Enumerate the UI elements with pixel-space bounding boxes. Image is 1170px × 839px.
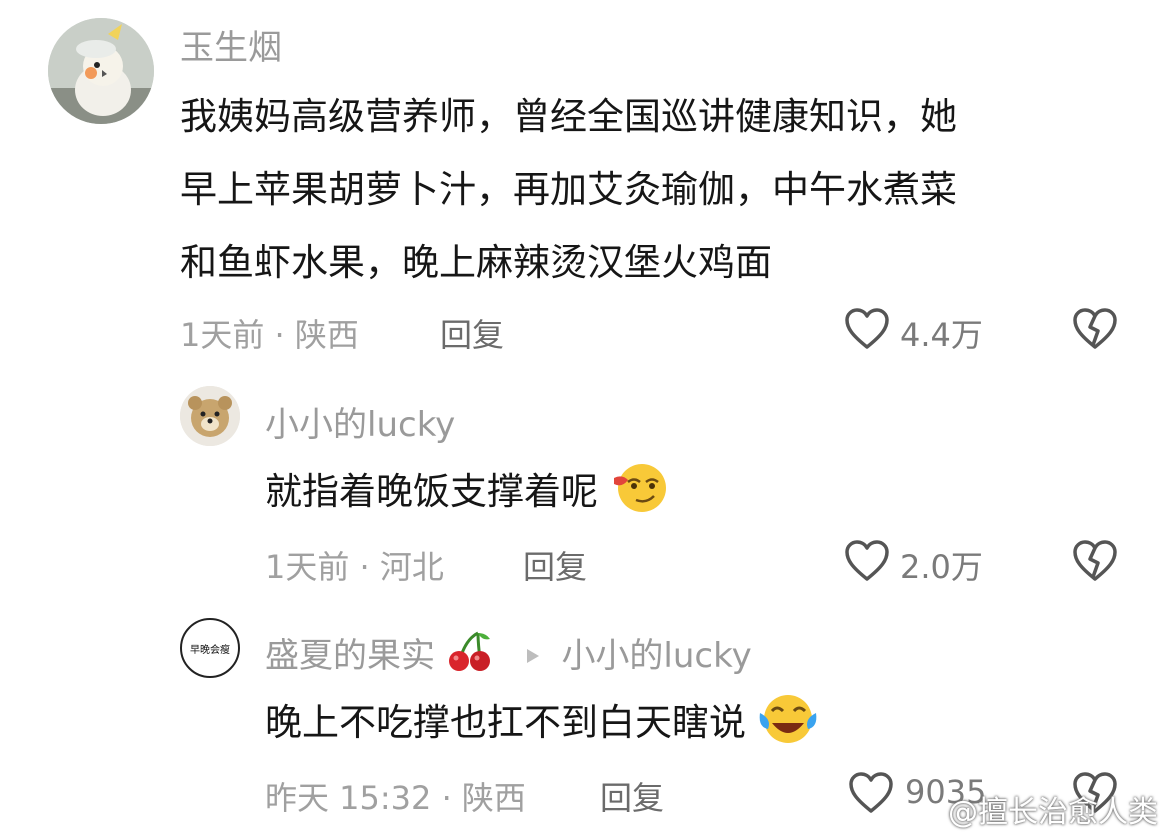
user-avatar[interactable]: [180, 386, 240, 446]
comment-text-line: 我姨妈高级营养师，曾经全国巡讲健康知识，她: [180, 95, 957, 138]
heart-icon[interactable]: [844, 539, 890, 583]
reply-text-content: 就指着晚饭支撑着呢: [265, 470, 598, 513]
laughing-crying-emoji: [759, 695, 817, 743]
reply-to-username[interactable]: 小小的lucky: [561, 636, 751, 676]
reply-username[interactable]: 小小的lucky: [265, 397, 455, 446]
reply-header: 盛夏的果实 小小的lucky: [265, 628, 752, 677]
dislike-broken-heart-icon[interactable]: [1072, 539, 1118, 583]
heart-icon[interactable]: [848, 771, 894, 815]
comment-text-line: 早上苹果胡萝卜汁，再加艾灸瑜伽，中午水煮菜: [180, 168, 957, 211]
like-count: 4.4万: [900, 316, 983, 354]
reply-meta: 1天前 · 河北: [265, 548, 444, 586]
reply-meta: 昨天 15:32 · 陕西: [265, 779, 526, 817]
reply-username[interactable]: 盛夏的果实: [265, 636, 435, 676]
watermark: @擅长治愈人类: [894, 787, 1158, 831]
reply-button[interactable]: 回复: [523, 542, 587, 588]
cherry-emoji: [448, 631, 490, 671]
dislike-broken-heart-icon[interactable]: [1072, 307, 1118, 351]
heart-icon[interactable]: [844, 307, 890, 351]
watermark-text: @擅长治愈人类: [948, 795, 1158, 830]
user-avatar[interactable]: [48, 18, 154, 124]
reply-text: 晚上不吃撑也扛不到白天瞎说: [265, 686, 818, 759]
user-avatar[interactable]: 早晚会瘦: [180, 618, 240, 678]
comment-text-line: 和鱼虾水果，晚上麻辣烫汉堡火鸡面: [180, 241, 772, 284]
comment-username[interactable]: 玉生烟: [180, 20, 282, 69]
reply-button[interactable]: 回复: [440, 310, 504, 356]
reply-text: 就指着晚饭支撑着呢: [265, 455, 670, 528]
reply-button[interactable]: 回复: [600, 773, 664, 819]
comment-meta: 1天前 · 陕西: [180, 316, 359, 354]
smirk-emoji: [613, 464, 666, 512]
avatar-text: 早晚会瘦: [190, 643, 230, 656]
like-count: 2.0万: [900, 548, 983, 586]
reply-text-content: 晚上不吃撑也扛不到白天瞎说: [265, 701, 746, 744]
play-triangle-icon: [526, 649, 539, 663]
weibo-logo: [895, 798, 932, 828]
